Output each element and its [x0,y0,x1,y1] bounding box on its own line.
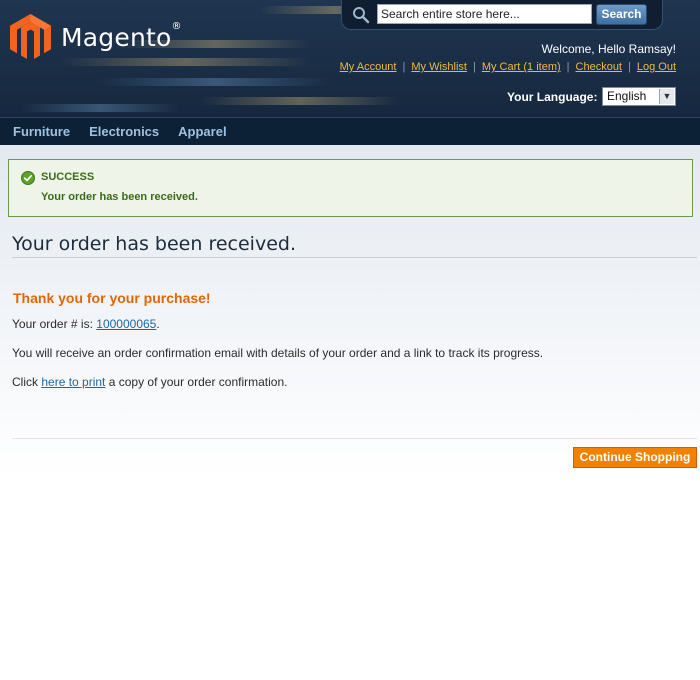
chevron-down-icon: ▼ [659,89,674,104]
language-select[interactable]: English ▼ [602,87,676,106]
header-decor-streak [200,97,400,105]
link-separator: | [628,61,631,73]
success-title: SUCCESS [41,171,95,183]
account-links: My Account | My Wishlist | My Cart (1 it… [340,61,676,73]
welcome-message: Welcome, Hello Ramsay! [541,42,676,56]
page-title: Your order has been received. [12,233,296,255]
my-account-link[interactable]: My Account [340,61,397,73]
my-wishlist-link[interactable]: My Wishlist [411,61,467,73]
content-background [0,145,700,680]
title-divider [12,257,697,258]
language-label: Your Language: [507,90,598,104]
search-bar: Search [341,0,663,30]
header-decor-streak [20,104,180,112]
header-decor-streak [100,78,330,86]
print-prefix: Click [12,375,42,389]
store-logo[interactable]: Magento® [10,14,182,61]
category-nav: Furniture Electronics Apparel [0,117,700,145]
logo-text: Magento® [61,21,182,52]
print-line: Click here to print a copy of your order… [12,375,287,389]
link-separator: | [566,61,570,73]
site-header: Magento® Search Welcome, Hello Ramsay! M… [0,0,700,117]
link-separator: | [402,61,406,73]
continue-shopping-button[interactable]: Continue Shopping [573,447,697,468]
magnifier-icon [352,6,370,29]
nav-item-furniture[interactable]: Furniture [13,124,70,139]
my-cart-link[interactable]: My Cart (1 item) [482,61,561,73]
nav-item-apparel[interactable]: Apparel [178,124,226,139]
success-message-box: SUCCESS Your order has been received. [8,159,693,217]
success-message: Your order has been received. [41,191,198,203]
nav-item-electronics[interactable]: Electronics [89,124,159,139]
checkout-link[interactable]: Checkout [576,61,622,73]
link-separator: | [472,61,476,73]
log-out-link[interactable]: Log Out [637,61,676,73]
order-number-link[interactable]: 100000065 [96,317,156,331]
check-circle-icon [21,171,35,190]
print-link[interactable]: here to print [41,375,105,389]
order-number-label: Your order # is: [12,317,97,331]
confirmation-text: You will receive an order confirmation e… [12,346,544,360]
buttons-divider [12,438,697,439]
search-input[interactable] [377,4,592,24]
magento-logo-icon [10,14,51,59]
order-number-suffix: . [156,317,160,331]
print-suffix: a copy of your order confirmation. [105,375,288,389]
search-button[interactable]: Search [596,4,647,25]
order-number-line: Your order # is: 100000065. [12,317,160,331]
language-value: English [607,89,647,103]
thank-you-heading: Thank you for your purchase! [13,290,211,306]
